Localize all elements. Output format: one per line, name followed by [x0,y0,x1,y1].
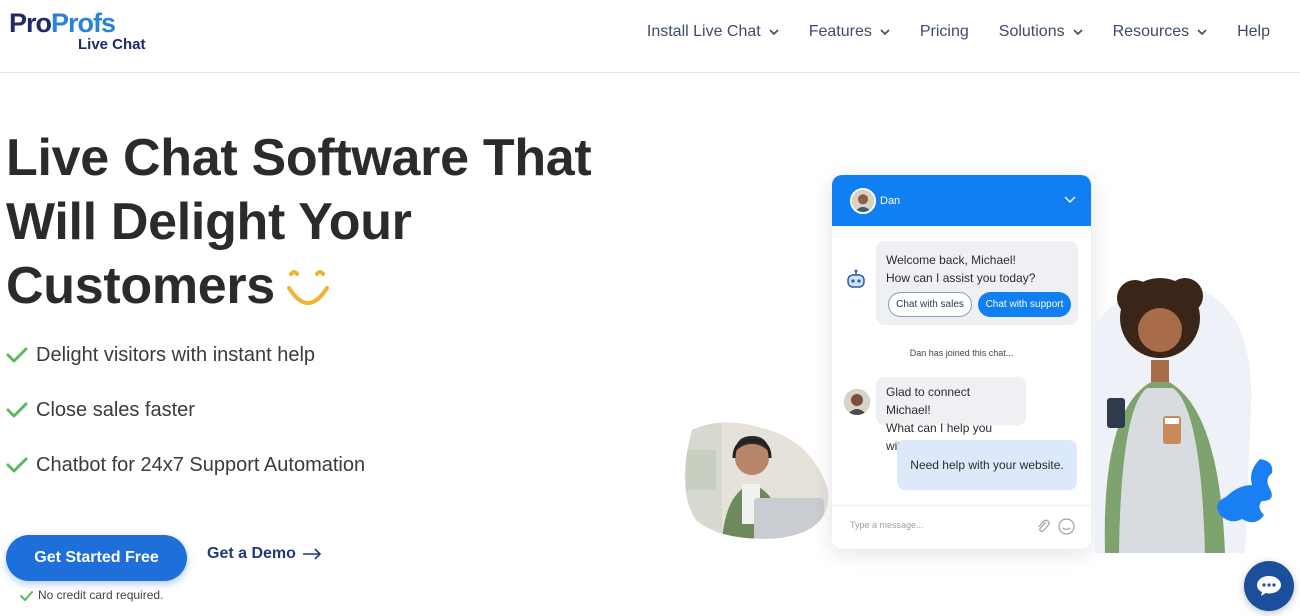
no-credit-card-note: No credit card required. [20,588,163,602]
emoji-icon[interactable] [1058,518,1075,535]
feature-bullets: Delight visitors with instant help Close… [6,340,365,505]
proprofs-logo[interactable]: ProProfs Live Chat [9,8,149,58]
check-icon [6,457,28,473]
chat-bubble-icon [1257,576,1281,596]
nav-solutions[interactable]: Solutions [999,23,1083,41]
check-icon [6,402,28,418]
chat-launcher-button[interactable] [1244,561,1294,611]
chat-composer [832,505,1091,549]
bullet-item: Chatbot for 24x7 Support Automation [6,450,365,480]
message-input[interactable] [850,520,1010,530]
chevron-down-icon [1073,29,1083,36]
chat-with-support-button[interactable]: Chat with support [978,292,1071,317]
check-icon [20,590,33,601]
check-icon [6,347,28,363]
site-header: ProProfs Live Chat Install Live Chat Fea… [0,0,1300,73]
chat-with-sales-button[interactable]: Chat with sales [888,292,972,317]
chatbot-icon [847,269,865,288]
paperclip-icon[interactable] [1036,518,1050,534]
agent-avatar [850,187,876,214]
hero-headline: Live Chat Software That Will Delight You… [6,129,592,315]
chevron-down-icon [1197,29,1207,36]
main-nav: Install Live Chat Features Pricing Solut… [617,20,1270,44]
smiley-icon [286,270,329,306]
nav-pricing[interactable]: Pricing [920,23,969,41]
chevron-down-icon [769,29,779,36]
bullet-item: Delight visitors with instant help [6,340,365,370]
chevron-down-icon[interactable] [1064,196,1076,204]
agent-message: Glad to connect Michael! What can I help… [876,377,1026,453]
arrow-right-icon [302,548,322,560]
user-message: Need help with your website. [897,440,1077,490]
nav-features[interactable]: Features [809,23,890,41]
agent-name: Dan [880,194,901,207]
decorative-splash [1217,459,1273,523]
chat-header[interactable]: Dan [832,175,1091,226]
bullet-item: Close sales faster [6,395,365,425]
logo-subtitle: Live Chat [78,36,146,53]
chevron-down-icon [880,29,890,36]
agent-avatar [844,389,870,415]
chat-widget: Dan Welcome back, Michael! How can I ass… [832,175,1091,549]
logo-wordmark: ProProfs [9,8,116,38]
nav-help[interactable]: Help [1237,23,1270,41]
nav-resources[interactable]: Resources [1113,23,1207,41]
nav-install-live-chat[interactable]: Install Live Chat [647,23,779,41]
get-a-demo-link[interactable]: Get a Demo [207,545,322,563]
system-message: Dan has joined this chat... [909,348,1014,358]
support-agent-illustration [684,422,829,539]
get-started-free-button[interactable]: Get Started Free [6,535,187,581]
